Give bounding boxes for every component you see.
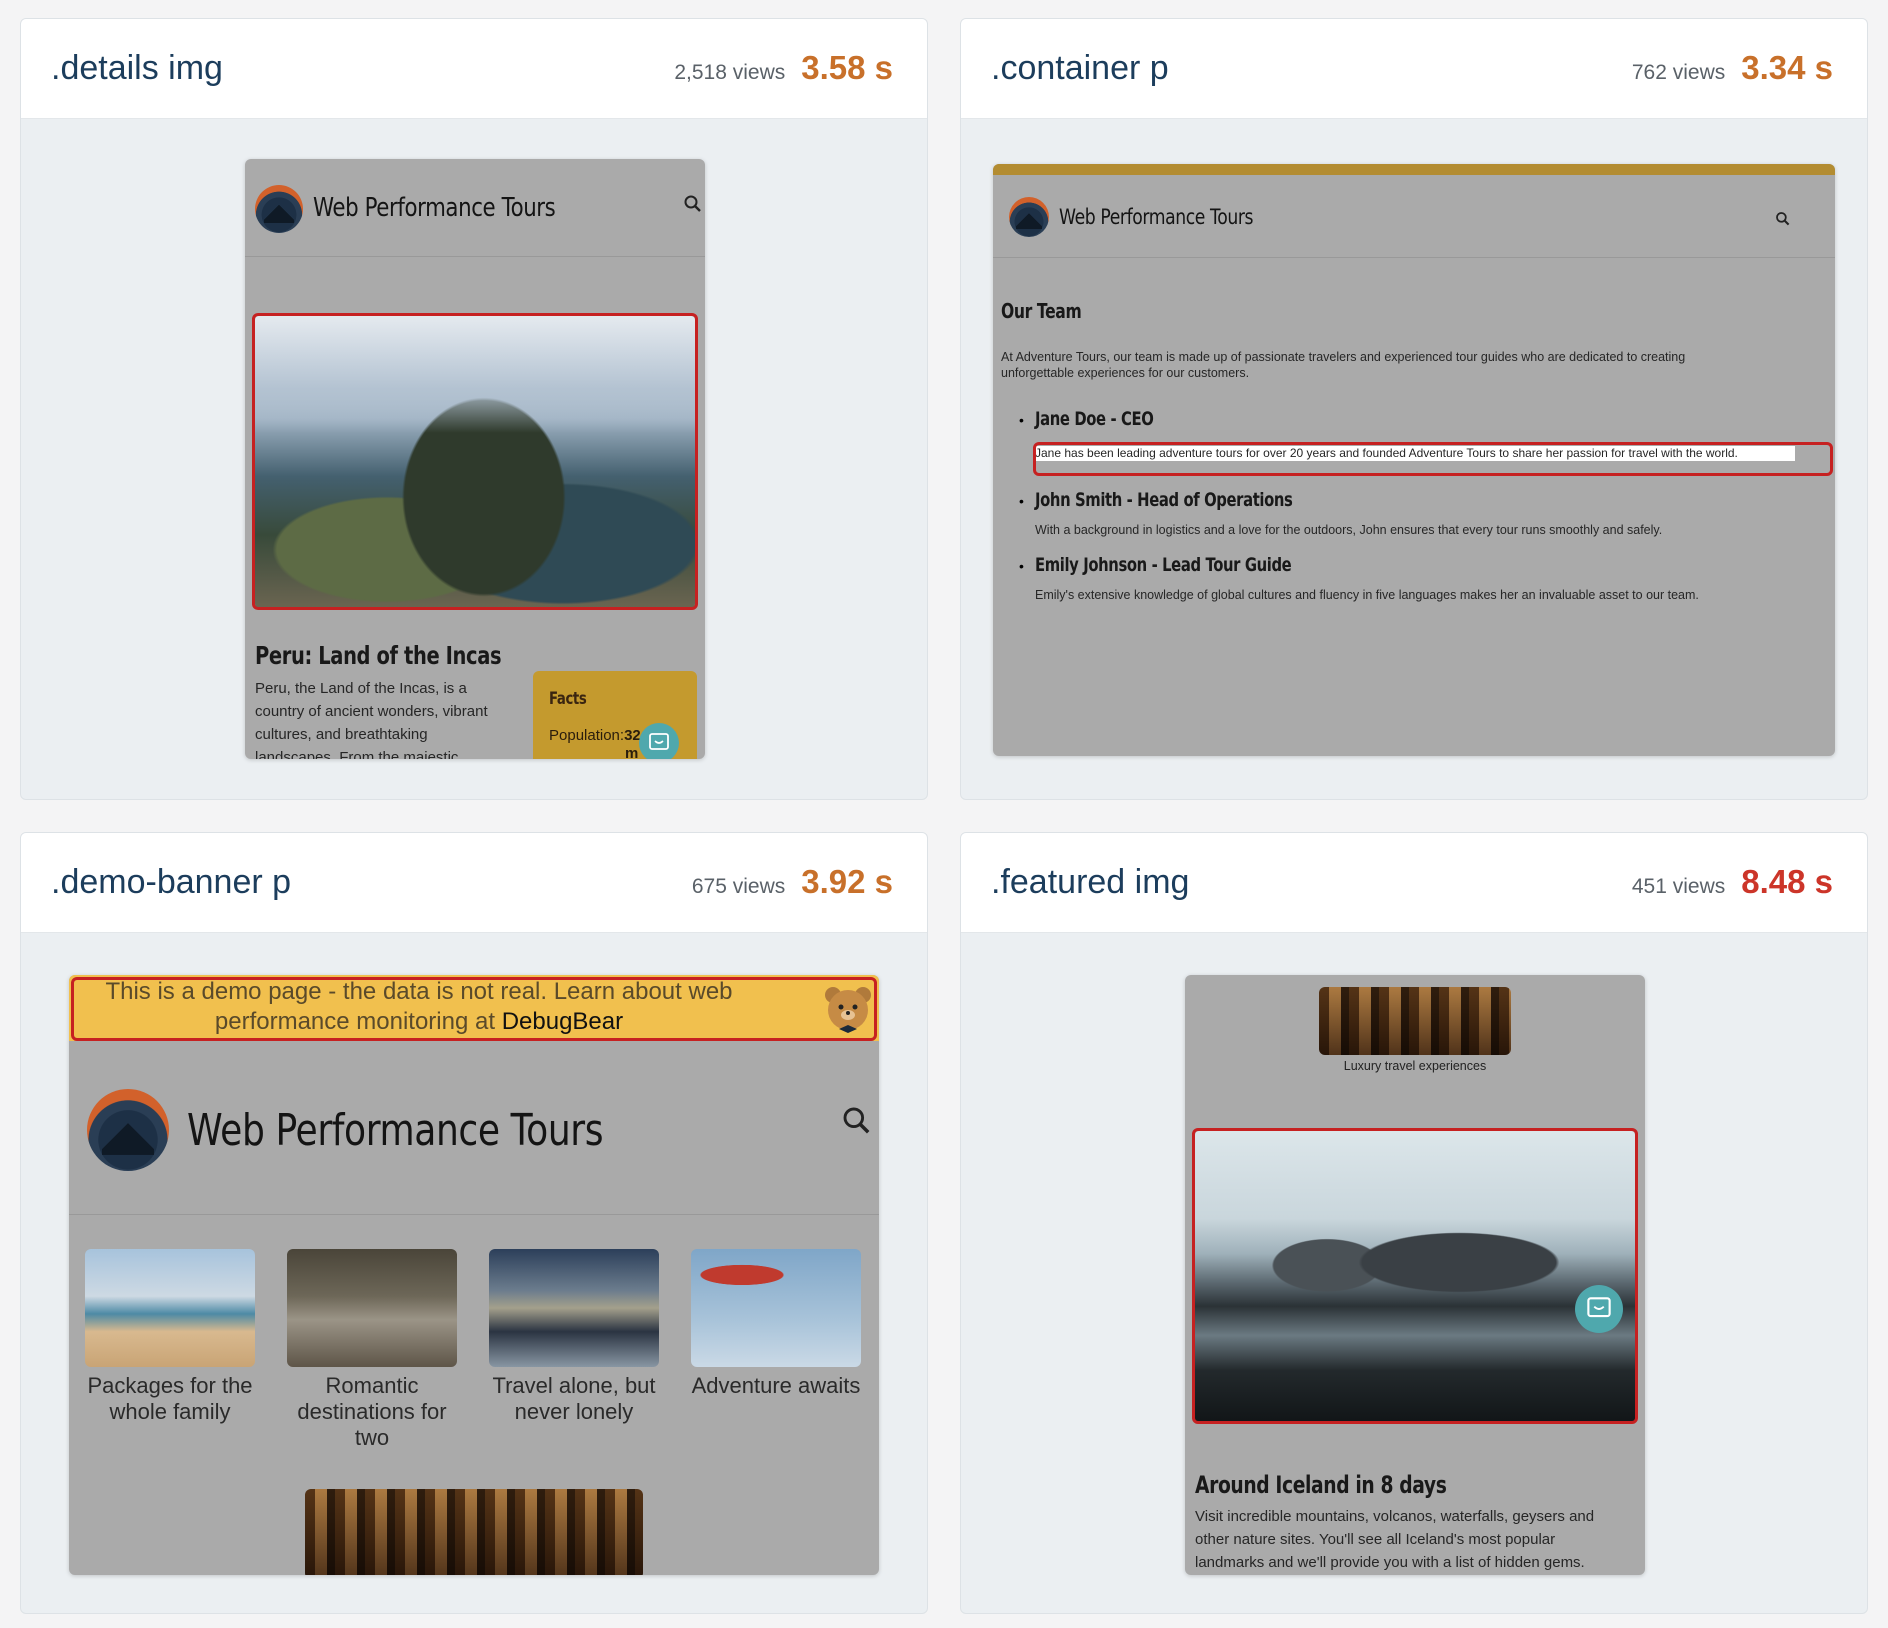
card-featured-img[interactable]: .featured img 451 views 8.48 s Luxury tr… — [960, 832, 1868, 1614]
member-name: Emily Johnson - Lead Tour Guide — [1035, 554, 1292, 576]
card-container-p[interactable]: .container p 762 views 3.34 s Web Perfor… — [960, 18, 1868, 800]
page-screenshot: Web Performance Tours Peru: Land of the … — [245, 159, 705, 759]
card-meta: 762 views 3.34 s — [1632, 49, 1833, 87]
team-intro: At Adventure Tours, our team is made up … — [1001, 350, 1686, 380]
member-bio: With a background in logistics and a lov… — [1035, 523, 1663, 537]
card-header: .details img 2,518 views 3.58 s — [21, 19, 927, 119]
site-header: Web Performance Tours — [69, 1041, 879, 1215]
card-header: .demo-banner p 675 views 3.92 s — [21, 833, 927, 933]
element-highlight — [1192, 1128, 1638, 1424]
demo-banner-strip — [993, 164, 1835, 175]
site-logo-icon — [87, 1089, 169, 1171]
tile-label: Packages for the whole family — [87, 1373, 253, 1424]
tile-image — [489, 1249, 659, 1367]
view-count: 2,518 views — [674, 61, 786, 84]
card-header: .container p 762 views 3.34 s — [961, 19, 1867, 119]
luxury-photo — [1319, 987, 1511, 1055]
featured-text: Visit incredible mountains, volcanos, wa… — [1195, 1508, 1595, 1571]
bullet: • — [1019, 493, 1024, 509]
site-header: Web Performance Tours — [245, 159, 705, 257]
page-screenshot: Luxury travel experiences Around Iceland… — [1185, 975, 1645, 1575]
tile-image — [691, 1249, 861, 1367]
card-details-img[interactable]: .details img 2,518 views 3.58 s Web Perf… — [20, 18, 928, 800]
card-demo-banner-p[interactable]: .demo-banner p 675 views 3.92 s This is … — [20, 832, 928, 1614]
page-screenshot: Web Performance Tours Our Team At Advent… — [993, 164, 1835, 756]
site-logo-icon — [1009, 197, 1049, 237]
site-header: Web Performance Tours — [993, 175, 1835, 258]
card-meta: 451 views 8.48 s — [1632, 863, 1833, 901]
search-icon — [843, 1107, 870, 1134]
member-name: John Smith - Head of Operations — [1035, 489, 1293, 511]
tile-label: Adventure awaits — [691, 1373, 861, 1398]
card-meta: 675 views 3.92 s — [692, 863, 893, 901]
card-selector: .container p — [991, 49, 1169, 87]
timing-value: 3.58 s — [801, 49, 893, 86]
facts-title: Facts — [549, 689, 587, 709]
card-selector: .details img — [51, 49, 223, 87]
chat-widget-icon[interactable] — [639, 723, 679, 759]
site-name: Web Performance Tours — [187, 1105, 604, 1156]
member-name: Jane Doe - CEO — [1035, 408, 1154, 430]
view-count: 675 views — [691, 875, 786, 898]
tile-image — [287, 1249, 457, 1367]
timing-value: 3.34 s — [1741, 49, 1833, 86]
element-highlight — [1033, 442, 1833, 476]
timing-value: 8.48 s — [1741, 863, 1833, 900]
bullet: • — [1019, 412, 1024, 428]
card-selector: .demo-banner p — [51, 863, 292, 901]
tile-image — [85, 1249, 255, 1367]
peru-text: Peru, the Land of the Incas, is a countr… — [255, 680, 488, 759]
facts-unit: m — [625, 745, 639, 759]
peru-heading: Peru: Land of the Incas — [255, 641, 502, 670]
facts-line: Population:32 — [549, 727, 641, 744]
view-count: 451 views — [1631, 875, 1726, 898]
site-name: Web Performance Tours — [313, 193, 556, 223]
search-icon — [1776, 212, 1790, 226]
member-bio: Emily's extensive knowledge of global cu… — [1035, 588, 1699, 602]
element-highlight — [71, 977, 877, 1041]
search-icon — [684, 195, 701, 212]
facts-label: Population: — [549, 727, 625, 744]
view-count: 762 views — [1631, 61, 1726, 84]
team-heading: Our Team — [1001, 299, 1082, 323]
page-screenshot: This is a demo page - the data is not re… — [69, 975, 879, 1575]
element-highlight — [252, 313, 698, 610]
tile-label: Travel alone, but never lonely — [492, 1373, 656, 1424]
tile-label: Romantic destinations for two — [297, 1373, 447, 1450]
hotel-photo — [305, 1489, 643, 1575]
timing-value: 3.92 s — [801, 863, 893, 900]
card-header: .featured img 451 views 8.48 s — [961, 833, 1867, 933]
chat-widget-icon[interactable] — [1575, 1285, 1623, 1333]
luxury-caption: Luxury travel experiences — [1343, 1059, 1487, 1073]
site-name: Web Performance Tours — [1059, 205, 1254, 229]
card-selector: .featured img — [991, 863, 1190, 901]
featured-heading: Around Iceland in 8 days — [1195, 1471, 1447, 1499]
bullet: • — [1019, 558, 1024, 574]
card-meta: 2,518 views 3.58 s — [674, 49, 893, 87]
site-logo-icon — [255, 185, 303, 233]
